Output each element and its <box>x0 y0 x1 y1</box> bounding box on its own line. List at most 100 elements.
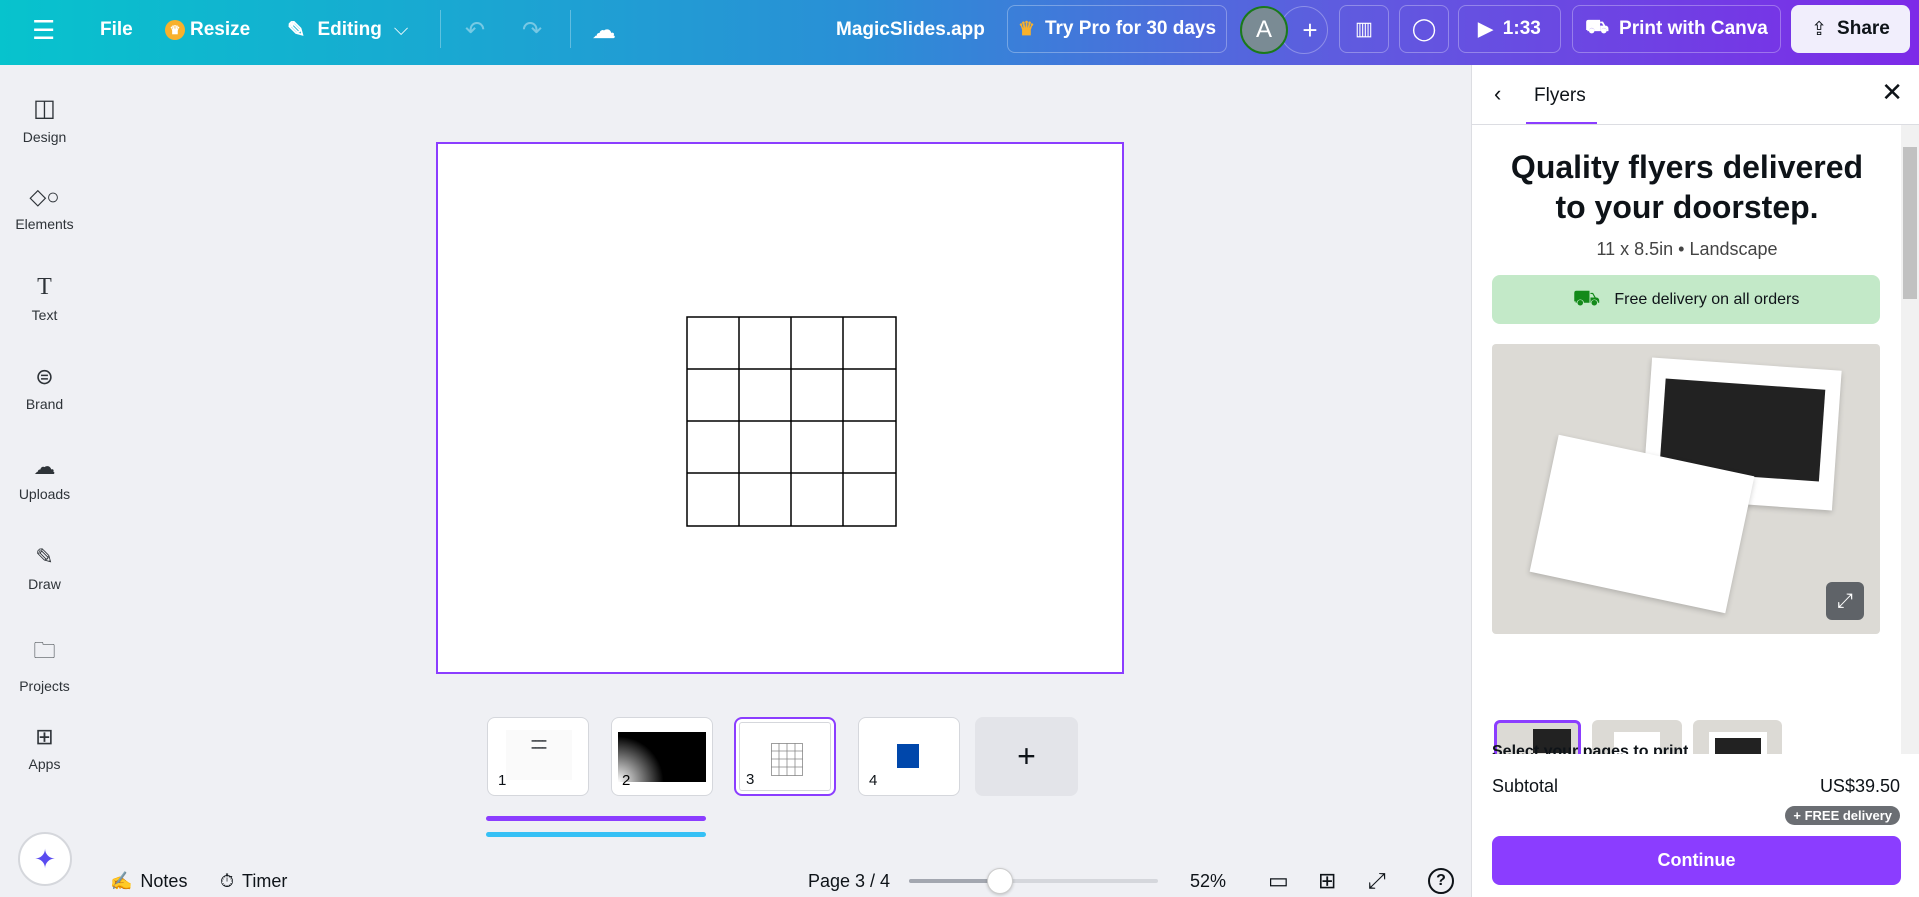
editing-label: Editing <box>317 19 382 40</box>
draw-icon: ✎ <box>35 544 54 569</box>
sidebar-item-label: Design <box>22 129 67 145</box>
truck-icon: ⛟ <box>1572 285 1601 310</box>
cloud-saved-icon[interactable]: ☁ <box>592 0 616 60</box>
back-icon[interactable]: ‹ <box>1494 81 1501 107</box>
select-pages-label: Select your pages to print <box>1492 743 1689 754</box>
free-delivery-badge: + FREE delivery <box>1785 806 1900 825</box>
sidebar-item-label: Uploads <box>18 486 71 502</box>
divider <box>440 10 441 48</box>
heading-line: to your doorstep. <box>1555 189 1819 225</box>
stopwatch-icon: ⏱ <box>220 870 235 891</box>
help-icon[interactable]: ? <box>1428 868 1454 894</box>
uploads-icon: ☁ <box>33 454 56 479</box>
zoom-slider-handle[interactable] <box>986 868 1013 894</box>
divider <box>1472 124 1919 125</box>
try-pro-button[interactable]: ♛ Try Pro for 30 days <box>1007 5 1227 53</box>
page-indicator: Page 3 / 4 <box>808 870 891 891</box>
comment-icon[interactable]: ◯ <box>1399 5 1449 53</box>
sidebar-item-text[interactable]: T Text <box>0 274 89 323</box>
thumbnail-preview <box>618 732 706 782</box>
chevron-down-icon: ⌵ <box>393 19 409 40</box>
notes-icon: ✍ <box>110 870 133 891</box>
print-panel: ‹ Flyers ✕ Quality flyers delivered to yo… <box>1471 65 1919 897</box>
table-grid[interactable] <box>686 316 898 528</box>
print-label: Print with Canva <box>1619 18 1768 39</box>
plus-icon: + <box>1017 738 1036 774</box>
page-number: 1 <box>498 772 507 789</box>
page-thumbnail-1[interactable]: ━━━━ ━━━━ 1 <box>487 717 589 796</box>
sidebar-item-draw[interactable]: ✎ Draw <box>0 544 89 592</box>
present-button[interactable]: ▶ 1:33 <box>1458 5 1561 53</box>
notes-button[interactable]: ✍ Notes <box>110 866 187 896</box>
close-icon[interactable]: ✕ <box>1881 77 1903 108</box>
document-title[interactable]: MagicSlides.app <box>836 0 985 60</box>
sidebar-item-apps[interactable]: ⊞ Apps <box>0 724 89 772</box>
folder-icon: 🗀 <box>33 638 56 663</box>
zoom-slider[interactable] <box>909 868 1158 894</box>
thumbnail-preview <box>771 743 803 776</box>
timer-button[interactable]: ⏱ Timer <box>220 866 287 896</box>
size-subtitle: 11 x 8.5in • Landscape <box>1596 239 1778 259</box>
pencil-icon: ✎ <box>287 17 306 42</box>
sidebar-item-label: Draw <box>28 576 61 592</box>
audio-track-purple[interactable] <box>486 816 706 821</box>
share-button[interactable]: ⇪ Share <box>1791 5 1910 53</box>
truck-icon: ⛟ <box>1585 17 1610 38</box>
thumbnail-preview: ━━━━ ━━━━ <box>506 730 572 780</box>
page-view-icon[interactable]: ▭ <box>1268 866 1289 896</box>
sidebar-item-brand[interactable]: ⊜ Brand <box>0 364 89 412</box>
sparkle-icon: ✦ <box>34 843 56 874</box>
print-with-canva-button[interactable]: ⛟ Print with Canva <box>1572 5 1781 53</box>
redo-icon[interactable]: ↷ <box>522 0 542 60</box>
sidebar-item-projects[interactable]: 🗀 Projects <box>0 634 89 694</box>
file-menu[interactable]: File <box>100 0 133 60</box>
sidebar-item-uploads[interactable]: ☁ Uploads <box>0 454 89 502</box>
timer-label: Timer <box>242 870 288 891</box>
audio-track-blue[interactable] <box>486 832 706 837</box>
play-icon: ▶ <box>1478 18 1493 40</box>
scrollbar-thumb[interactable] <box>1903 147 1917 299</box>
continue-button[interactable]: Continue <box>1492 836 1901 885</box>
sidebar-item-label: Text <box>31 307 58 323</box>
try-pro-label: Try Pro for 30 days <box>1044 18 1217 39</box>
text-icon: T <box>37 274 52 300</box>
scrollbar[interactable] <box>1901 125 1919 754</box>
checkout-footer: Subtotal US$39.50 + FREE delivery Contin… <box>1472 754 1919 897</box>
editing-mode-button[interactable]: ✎ Editing ⌵ <box>287 0 408 60</box>
zoom-level[interactable]: 52% <box>1190 866 1226 896</box>
sidebar-item-label: Apps <box>28 756 61 772</box>
undo-icon[interactable]: ↶ <box>465 0 485 60</box>
crown-icon: ♛ <box>1017 18 1035 40</box>
sidebar-item-elements[interactable]: ◇○ Elements <box>0 184 89 232</box>
add-page-button[interactable]: + <box>975 717 1078 796</box>
panel-heading: Quality flyers delivered to your doorstep… <box>1472 147 1902 227</box>
sidebar-item-design[interactable]: ◫ Design <box>0 94 89 145</box>
sidebar-item-label: Brand <box>25 396 64 412</box>
thumbnail-preview <box>897 744 919 768</box>
share-label: Share <box>1837 18 1890 39</box>
menu-icon[interactable]: ☰ <box>32 0 55 60</box>
brand-icon: ⊜ <box>35 364 54 389</box>
sidebar-item-label: Elements <box>15 216 74 232</box>
resize-button[interactable]: ♛ Resize <box>165 0 250 60</box>
analytics-icon[interactable]: ▥ <box>1339 5 1389 53</box>
page-number: 2 <box>622 772 631 789</box>
flyer-preview-image: ⤢ <box>1492 344 1880 634</box>
page-thumbnail-2[interactable]: 2 <box>611 717 713 796</box>
notes-label: Notes <box>140 870 188 891</box>
timer-label: 1:33 <box>1502 18 1541 39</box>
heading-line: Quality flyers delivered <box>1510 149 1864 185</box>
design-icon: ◫ <box>33 95 56 122</box>
grid-view-icon[interactable]: ⊞ <box>1318 866 1336 896</box>
page-thumbnail-4[interactable]: 4 <box>858 717 960 796</box>
magic-sparkle-button[interactable]: ✦ <box>18 832 72 886</box>
page-thumbnail-3[interactable]: 3 <box>734 717 836 796</box>
tab-flyers[interactable]: Flyers <box>1534 85 1586 107</box>
subtotal-value: US$39.50 <box>1819 776 1900 796</box>
slide-canvas[interactable] <box>436 142 1124 674</box>
fullscreen-icon[interactable]: ⤢ <box>1368 866 1386 896</box>
delivery-banner: ⛟ Free delivery on all orders <box>1492 275 1880 324</box>
delivery-banner-text: Free delivery on all orders <box>1614 290 1800 308</box>
expand-icon[interactable]: ⤢ <box>1826 582 1864 620</box>
avatar[interactable]: A <box>1240 6 1288 54</box>
